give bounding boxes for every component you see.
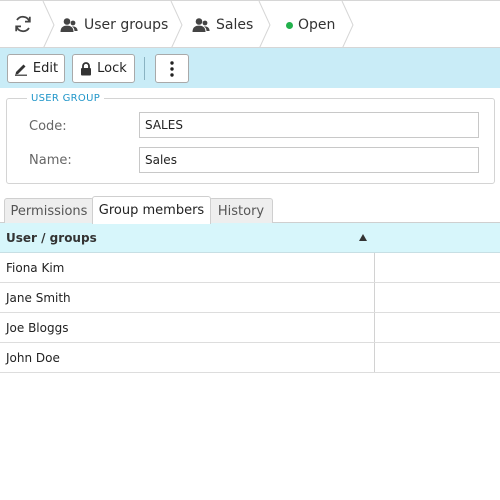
breadcrumb-separator bbox=[258, 1, 271, 49]
lock-icon bbox=[81, 61, 92, 75]
tab-permissions[interactable]: Permissions bbox=[4, 198, 94, 223]
users-icon bbox=[192, 18, 210, 32]
refresh-icon[interactable] bbox=[12, 13, 34, 35]
sort-ascending-icon[interactable] bbox=[359, 234, 367, 241]
code-label: Code: bbox=[29, 119, 67, 134]
tab-bar: Permissions Group members History bbox=[0, 196, 500, 224]
pencil-icon bbox=[14, 64, 27, 76]
more-options-button[interactable] bbox=[155, 54, 189, 83]
users-icon bbox=[60, 18, 78, 32]
group-members-grid: User / groups Fiona Kim Jane Smith Joe B… bbox=[0, 223, 500, 373]
table-row[interactable]: Joe Bloggs bbox=[0, 313, 500, 343]
code-field[interactable] bbox=[139, 112, 479, 138]
user-group-legend: USER GROUP bbox=[27, 93, 105, 104]
member-name: Fiona Kim bbox=[6, 261, 65, 275]
table-row[interactable]: John Doe bbox=[0, 343, 500, 373]
lock-button[interactable]: Lock bbox=[72, 54, 135, 83]
tab-group-members[interactable]: Group members bbox=[92, 196, 211, 224]
breadcrumb-item-status-open[interactable]: Open bbox=[286, 1, 335, 49]
toolbar: Edit Lock bbox=[0, 48, 500, 88]
table-row[interactable]: Fiona Kim bbox=[0, 253, 500, 283]
toolbar-divider bbox=[144, 57, 145, 80]
name-field[interactable] bbox=[139, 147, 479, 173]
breadcrumb-label: User groups bbox=[84, 17, 169, 33]
breadcrumb-separator bbox=[170, 1, 183, 49]
tab-history[interactable]: History bbox=[209, 198, 273, 223]
member-name: John Doe bbox=[6, 351, 60, 365]
breadcrumb-separator bbox=[341, 1, 354, 49]
status-dot-icon bbox=[286, 21, 293, 29]
tab-label: History bbox=[217, 203, 265, 219]
tab-label: Permissions bbox=[10, 203, 88, 219]
edit-button[interactable]: Edit bbox=[7, 54, 65, 83]
breadcrumb-item-user-groups[interactable]: User groups bbox=[60, 1, 168, 49]
user-group-fieldset: USER GROUP Code: Name: bbox=[6, 93, 495, 184]
more-vertical-icon bbox=[170, 60, 174, 77]
breadcrumb: User groups Sales Open bbox=[0, 0, 500, 49]
breadcrumb-item-sales[interactable]: Sales bbox=[192, 1, 253, 49]
breadcrumb-label: Open bbox=[298, 17, 336, 33]
breadcrumb-separator bbox=[42, 1, 55, 49]
edit-button-label: Edit bbox=[32, 61, 59, 76]
member-name: Jane Smith bbox=[6, 291, 71, 305]
tab-label: Group members bbox=[98, 203, 205, 218]
member-name: Joe Bloggs bbox=[6, 321, 69, 335]
table-row[interactable]: Jane Smith bbox=[0, 283, 500, 313]
breadcrumb-label: Sales bbox=[216, 17, 254, 33]
name-label: Name: bbox=[29, 153, 72, 168]
grid-header: User / groups bbox=[0, 223, 500, 253]
lock-button-label: Lock bbox=[97, 61, 127, 76]
column-header-user-groups[interactable]: User / groups bbox=[6, 223, 97, 253]
